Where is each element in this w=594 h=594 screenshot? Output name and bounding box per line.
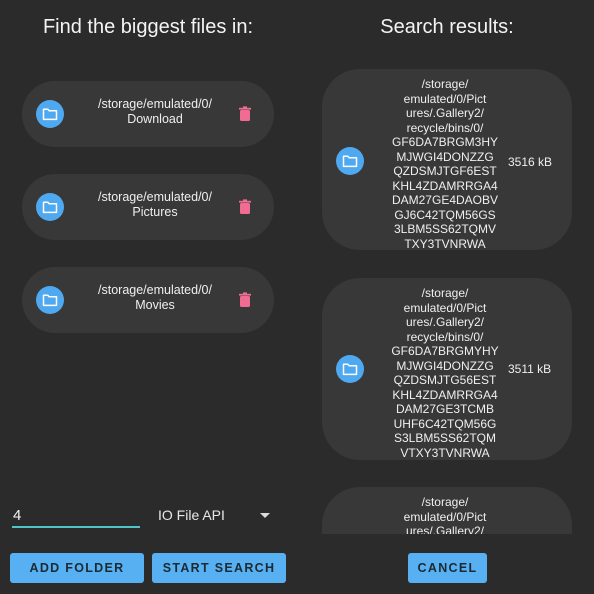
api-dropdown-value: IO File API — [158, 507, 225, 523]
cancel-button[interactable]: CANCEL — [408, 553, 487, 583]
folder-item[interactable]: /storage/emulated/0/ Movies — [22, 267, 274, 333]
result-item[interactable]: /storage/ emulated/0/Pict ures/.Gallery2… — [322, 487, 572, 534]
delete-icon[interactable] — [236, 291, 254, 309]
folder-path: /storage/emulated/0/ Download — [98, 97, 212, 126]
add-folder-button[interactable]: ADD FOLDER — [10, 553, 144, 583]
results-list[interactable]: /storage/ emulated/0/Pict ures/.Gallery2… — [322, 66, 574, 534]
folder-icon — [336, 147, 364, 175]
folders-heading: Find the biggest files in: — [42, 16, 254, 38]
folder-icon — [36, 193, 64, 221]
result-item[interactable]: /storage/ emulated/0/Pict ures/.Gallery2… — [322, 69, 572, 251]
folder-icon — [36, 286, 64, 314]
folder-item[interactable]: /storage/emulated/0/ Pictures — [22, 174, 274, 240]
result-size: 3511 kB — [508, 362, 552, 376]
max-files-input[interactable] — [12, 504, 140, 528]
result-path: /storage/ emulated/0/Pict ures/.Gallery2… — [391, 286, 499, 460]
folder-item[interactable]: /storage/emulated/0/ Download — [22, 81, 274, 147]
result-size: 3516 kB — [508, 155, 553, 169]
result-path: /storage/ emulated/0/Pict ures/.Gallery2… — [403, 495, 487, 534]
results-heading: Search results: — [380, 16, 514, 38]
start-search-button[interactable]: START SEARCH — [152, 553, 286, 583]
folder-path: /storage/emulated/0/ Movies — [98, 283, 212, 312]
chevron-down-icon — [260, 513, 270, 518]
folder-icon — [36, 100, 64, 128]
delete-icon[interactable] — [236, 105, 254, 123]
delete-icon[interactable] — [236, 198, 254, 216]
api-dropdown[interactable]: IO File API — [158, 504, 276, 528]
folder-icon — [336, 355, 364, 383]
result-item[interactable]: /storage/ emulated/0/Pict ures/.Gallery2… — [322, 278, 572, 460]
result-path: /storage/ emulated/0/Pict ures/.Gallery2… — [391, 77, 499, 251]
folder-path: /storage/emulated/0/ Pictures — [98, 190, 212, 219]
